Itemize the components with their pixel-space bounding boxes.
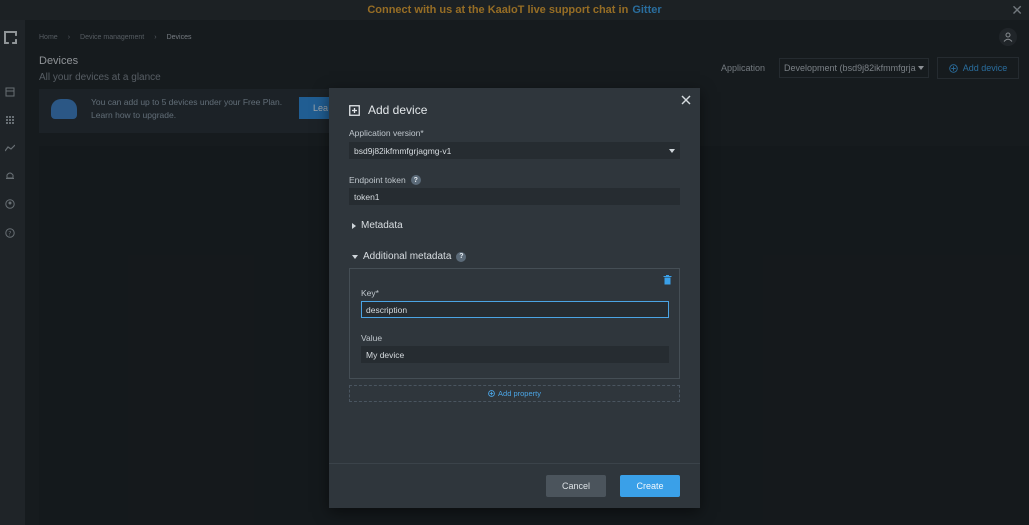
endpoint-token-label: Endpoint token: [349, 175, 406, 185]
create-button[interactable]: Create: [620, 475, 680, 497]
endpoint-token-input[interactable]: token1: [349, 188, 680, 205]
trash-icon[interactable]: [663, 275, 672, 285]
key-input[interactable]: description: [361, 301, 669, 318]
dialog-title: Add device: [349, 103, 427, 117]
caret-down-icon: [352, 254, 358, 259]
metadata-property-box: Key* description Value My device: [349, 268, 680, 379]
caret-down-icon: [669, 148, 675, 153]
value-input[interactable]: My device: [361, 346, 669, 363]
additional-metadata-label: Additional metadata: [363, 251, 452, 262]
value-label: Value: [361, 333, 383, 343]
dialog-title-text: Add device: [368, 103, 428, 117]
endpoint-token-label-row: Endpoint token ?: [349, 175, 421, 185]
app-version-select[interactable]: bsd9j82ikfmmfgrjagmg-v1: [349, 142, 680, 159]
key-label: Key*: [361, 288, 379, 298]
endpoint-token-value: token1: [354, 191, 380, 202]
add-device-dialog: Add device Application version* bsd9j82i…: [329, 88, 700, 508]
add-box-icon: [349, 104, 360, 116]
additional-metadata-toggle[interactable]: Additional metadata ?: [352, 251, 467, 262]
caret-right-icon: [352, 222, 356, 229]
dialog-footer: Cancel Create: [329, 463, 700, 508]
metadata-label: Metadata: [361, 220, 403, 231]
add-property-label: Add property: [498, 389, 541, 398]
metadata-toggle[interactable]: Metadata: [352, 220, 403, 231]
cancel-button[interactable]: Cancel: [546, 475, 606, 497]
help-icon[interactable]: ?: [410, 175, 421, 185]
app-version-label: Application version*: [349, 128, 424, 138]
help-icon[interactable]: ?: [456, 251, 467, 262]
plus-circle-icon: [488, 390, 495, 397]
app-version-value: bsd9j82ikfmmfgrjagmg-v1: [354, 145, 452, 156]
close-icon[interactable]: [680, 94, 692, 106]
add-property-button[interactable]: Add property: [349, 385, 680, 402]
